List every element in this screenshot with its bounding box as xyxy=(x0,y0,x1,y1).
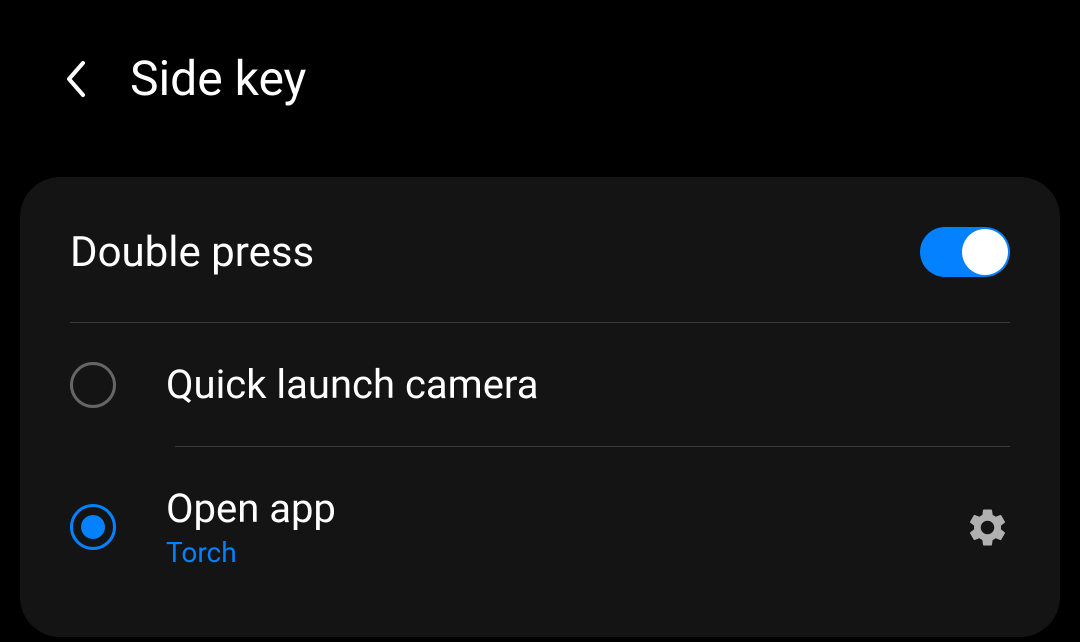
page-title: Side key xyxy=(130,50,306,107)
option-label: Open app xyxy=(166,485,915,532)
radio-inner-dot xyxy=(81,515,105,539)
option-content: Open app Torch xyxy=(166,485,915,569)
option-quick-launch-camera[interactable]: Quick launch camera xyxy=(70,323,1010,446)
settings-card: Double press Quick launch camera Open ap… xyxy=(20,177,1060,637)
radio-selected-icon[interactable] xyxy=(70,504,116,550)
option-label: Quick launch camera xyxy=(166,361,1010,408)
double-press-toggle[interactable] xyxy=(920,227,1010,277)
page-header: Side key xyxy=(0,0,1080,147)
gear-icon[interactable] xyxy=(965,505,1010,550)
radio-unselected-icon[interactable] xyxy=(70,362,116,408)
toggle-knob xyxy=(962,229,1008,275)
option-sublabel: Torch xyxy=(166,536,915,569)
section-header: Double press xyxy=(70,227,1010,323)
option-content: Quick launch camera xyxy=(166,361,1010,408)
option-open-app[interactable]: Open app Torch xyxy=(70,447,1010,607)
back-icon[interactable] xyxy=(60,59,90,99)
section-title: Double press xyxy=(70,228,314,277)
